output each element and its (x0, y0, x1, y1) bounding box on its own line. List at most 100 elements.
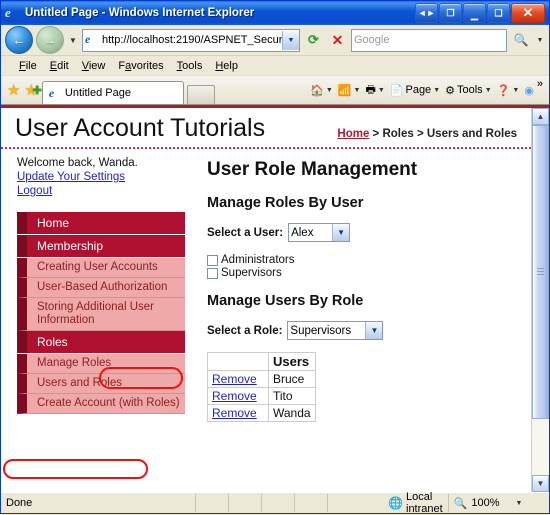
scroll-up-button[interactable]: ▲ (532, 108, 549, 125)
command-icons: 🏠 ▼ 📶 ▼ 🖶 ▼ 📄 Page ▼ ⚙ Tools ▼ ❓ ▼ ◉ » (308, 76, 549, 104)
user-roles-checkbox-group: Administrators Supervisors (207, 254, 521, 279)
table-header-blank (207, 352, 269, 371)
remove-link[interactable]: Remove (212, 406, 257, 420)
status-bar: Done 🌐 Local intranet 🔍 100% ▼ (1, 491, 550, 515)
update-settings-link[interactable]: Update Your Settings (17, 170, 201, 184)
table-cell-action: Remove (207, 370, 269, 388)
tab-strip: e Untitled Page (41, 76, 215, 104)
page-content: User Account Tutorials Home > Roles > Us… (1, 108, 531, 492)
sidebar-item-membership[interactable]: Membership (17, 235, 185, 257)
sidebar-item-users-and-roles[interactable]: Users and Roles (17, 374, 185, 394)
favorites-center-icon[interactable]: ★ (7, 83, 20, 98)
sidebar-item-user-based-authorization[interactable]: User-Based Authorization (17, 278, 185, 298)
maximize-button[interactable]: ❑ (487, 3, 510, 23)
breadcrumb: Home > Roles > Users and Roles (337, 128, 517, 143)
checkbox-label-administrators: Administrators (221, 254, 295, 266)
checkbox-supervisors[interactable] (207, 267, 218, 279)
menu-view[interactable]: View (76, 59, 112, 73)
select-role-label: Select a Role: (207, 324, 283, 337)
zoom-control[interactable]: 🔍 100% ▼ (449, 494, 550, 512)
menu-tools[interactable]: Tools (171, 59, 209, 73)
url-bar[interactable]: e http://localhost:2190/ASPNET_Security_… (82, 28, 300, 52)
sidebar-item-home[interactable]: Home (17, 212, 185, 234)
add-favorite-icon[interactable]: ★ ✚ (24, 83, 41, 98)
select-user-row: Select a User: Alex ▼ (207, 223, 521, 242)
menu-file[interactable]: File (13, 59, 43, 73)
sidebar-item-creating-user-accounts[interactable]: Creating User Accounts (17, 258, 185, 278)
annotation-highlight-wanda-row (3, 459, 148, 479)
scrollbar-track[interactable] (532, 125, 549, 475)
minimize-button[interactable]: ▁ (463, 3, 486, 23)
forward-button[interactable]: → (36, 26, 64, 54)
status-spacer-3 (262, 494, 295, 512)
table-header-row: Users (207, 352, 316, 371)
favorites-buttons: ★ ★ ✚ (1, 76, 42, 104)
sidebar-item-manage-roles[interactable]: Manage Roles (17, 354, 185, 374)
sidebar-item-create-account-with-roles[interactable]: Create Account (with Roles) (17, 394, 185, 414)
checkbox-label-supervisors: Supervisors (221, 267, 282, 279)
command-bar: ★ ★ ✚ e Untitled Page 🏠 ▼ 📶 ▼ 🖶 ▼ 📄 Page ▼ ⚙ To… (1, 76, 549, 105)
breadcrumb-home-link[interactable]: Home (337, 128, 369, 140)
scrollbar-grip-icon (537, 267, 544, 277)
sidebar-item-roles[interactable]: Roles (17, 331, 185, 353)
role-select[interactable]: Supervisors (287, 321, 384, 340)
page-favicon-icon: e (85, 32, 91, 46)
home-icon[interactable]: 🏠 ▼ (308, 84, 335, 97)
table-cell-user: Bruce (268, 370, 316, 388)
recent-pages-caret-icon[interactable]: ▼ (67, 36, 79, 45)
vertical-scrollbar[interactable]: ▲ ▼ (531, 108, 549, 492)
remove-link[interactable]: Remove (212, 372, 257, 386)
main-heading: User Role Management (207, 159, 418, 180)
welcome-message: Welcome back, Wanda. (17, 157, 138, 169)
tab-untitled-page[interactable]: e Untitled Page (41, 81, 184, 104)
search-icon[interactable]: 🔍 (510, 30, 532, 51)
sidebar-item-storing-additional-user-information[interactable]: Storing Additional User Information (17, 298, 185, 331)
manage-users-by-role-heading: Manage Users By Role (207, 293, 364, 309)
checkbox-row-supervisors[interactable]: Supervisors (207, 267, 521, 279)
stop-icon[interactable]: ✕ (327, 30, 348, 51)
url-dropdown-icon[interactable]: ▼ (282, 30, 299, 50)
remove-link[interactable]: Remove (212, 389, 257, 403)
table-row: Remove Tito (207, 387, 316, 405)
status-spacer-4 (295, 494, 328, 512)
user-select[interactable]: Alex (288, 223, 351, 242)
table-header-users: Users (268, 352, 316, 371)
window-title: Untitled Page - Windows Internet Explore… (25, 7, 255, 19)
back-button[interactable]: ← (5, 26, 33, 54)
site-header: User Account Tutorials Home > Roles > Us… (1, 108, 531, 149)
search-provider-caret-icon[interactable]: ▼ (535, 37, 545, 44)
table-row: Remove Wanda (207, 404, 316, 422)
page-menu-button[interactable]: 📄 Page ▼ (388, 84, 442, 97)
users-table: Users Remove Bruce Remove Tito Remove Wa… (207, 352, 316, 422)
help-icon[interactable]: ❓ ▼ (495, 84, 522, 97)
window-controls: ◄► ❐ ▁ ❑ ✕ (415, 3, 545, 23)
main-content: User Role Management Manage Roles By Use… (201, 149, 531, 422)
menu-help[interactable]: Help (209, 59, 244, 73)
checkbox-row-administrators[interactable]: Administrators (207, 254, 521, 266)
scrollbar-thumb[interactable] (532, 125, 549, 419)
breadcrumb-rest: > Roles > Users and Roles (369, 128, 517, 140)
scroll-down-button[interactable]: ▼ (532, 475, 549, 492)
role-select-wrapper: Supervisors ▼ (287, 321, 384, 340)
zoom-caret-icon[interactable]: ▼ (516, 500, 523, 507)
refresh-icon[interactable]: ⟳ (303, 30, 324, 51)
logout-link[interactable]: Logout (17, 184, 201, 198)
overflow-chevron-icon[interactable]: » (537, 78, 545, 90)
messenger-icon[interactable]: ◉ (522, 84, 536, 97)
checkbox-administrators[interactable] (207, 254, 218, 266)
table-cell-action: Remove (207, 387, 269, 405)
security-zone[interactable]: 🌐 Local intranet (328, 491, 449, 515)
menu-favorites[interactable]: Favorites (112, 59, 169, 73)
close-button[interactable]: ✕ (511, 3, 545, 23)
print-icon[interactable]: 🖶 ▼ (363, 81, 386, 100)
restore-window-button[interactable]: ❐ (439, 3, 462, 23)
restore-group-button[interactable]: ◄► (415, 3, 438, 23)
new-tab-button[interactable] (186, 85, 215, 104)
user-select-wrapper: Alex ▼ (288, 223, 351, 242)
search-input[interactable]: Google (351, 28, 507, 52)
sidebar-menu: Home Membership Creating User Accounts U… (17, 212, 201, 414)
menu-edit[interactable]: Edit (44, 59, 75, 73)
tools-menu-button[interactable]: ⚙ Tools ▼ (443, 84, 494, 97)
feeds-icon[interactable]: 📶 ▼ (336, 84, 363, 97)
title-bar: e Untitled Page - Windows Internet Explo… (1, 1, 549, 25)
